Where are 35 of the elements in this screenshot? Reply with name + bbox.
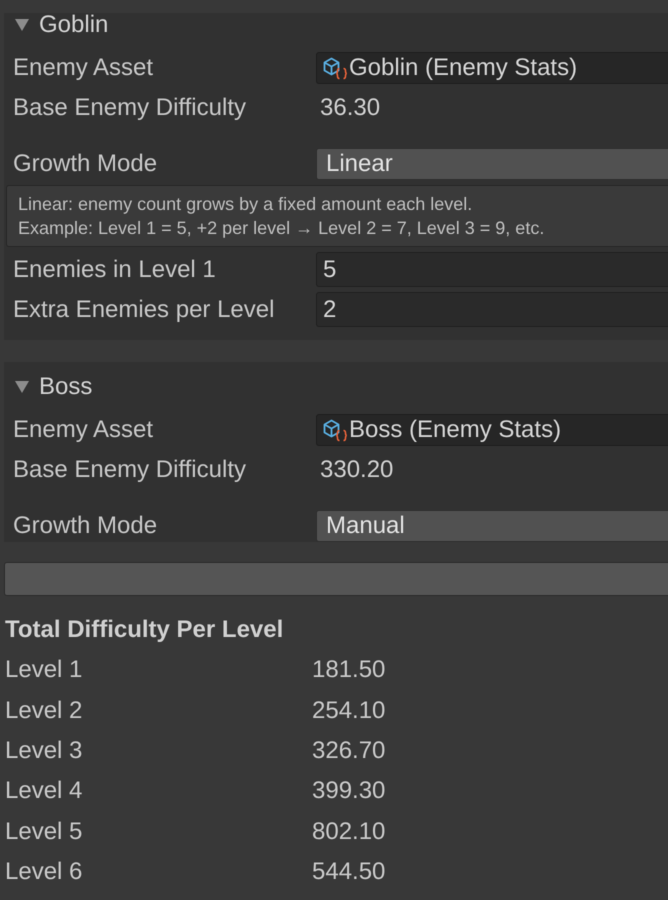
level-label: Level 6	[5, 859, 82, 886]
level-label: Level 5	[5, 818, 82, 845]
level-value: 802.10	[312, 818, 386, 845]
level-value: 326.70	[312, 738, 386, 764]
dropdown[interactable]: Linear	[316, 148, 668, 180]
dropdown[interactable]: Manual	[316, 510, 668, 542]
section-heading: Total Difficulty Per Level	[5, 618, 284, 642]
field-label: Base Enemy Difficulty	[13, 95, 246, 121]
foldout-header[interactable]: Goblin	[15, 13, 108, 48]
value-text: 330.20	[319, 457, 394, 483]
foldout-header[interactable]: Boss	[15, 362, 92, 410]
field-label: Growth Mode	[13, 513, 158, 539]
field-label: Enemy Asset	[13, 417, 154, 443]
help-text: Linear: enemy count grows by a fixed amount each level. Example: Level 1 = 5, +2 per level → Level 2 = 7, Level 3 = 9, etc.	[18, 193, 544, 240]
field-label: Enemy Asset	[13, 55, 154, 81]
value-text: 36.30	[319, 95, 380, 121]
blank-button[interactable]	[4, 562, 668, 596]
level-label: Level 1	[5, 657, 82, 684]
level-value: 544.50	[312, 859, 386, 886]
field-label: Base Enemy Difficulty	[13, 457, 246, 483]
level-label: Level 3	[5, 738, 82, 764]
cube-icon	[322, 418, 348, 442]
field-label: Enemies in Level 1	[13, 256, 216, 282]
level-value: 181.50	[312, 657, 386, 684]
number-field[interactable]: 5	[316, 252, 668, 287]
object-field[interactable]: Goblin (Enemy Stats)	[316, 52, 668, 84]
level-label: Level 4	[5, 778, 82, 804]
number-field[interactable]: 2	[316, 292, 668, 327]
level-value: 254.10	[312, 698, 386, 724]
cube-icon	[322, 56, 348, 80]
level-value: 399.30	[312, 778, 386, 804]
object-field[interactable]: Boss (Enemy Stats)	[316, 414, 668, 446]
field-label: Growth Mode	[13, 151, 158, 177]
level-label: Level 2	[5, 698, 82, 724]
field-label: Extra Enemies per Level	[13, 296, 274, 322]
